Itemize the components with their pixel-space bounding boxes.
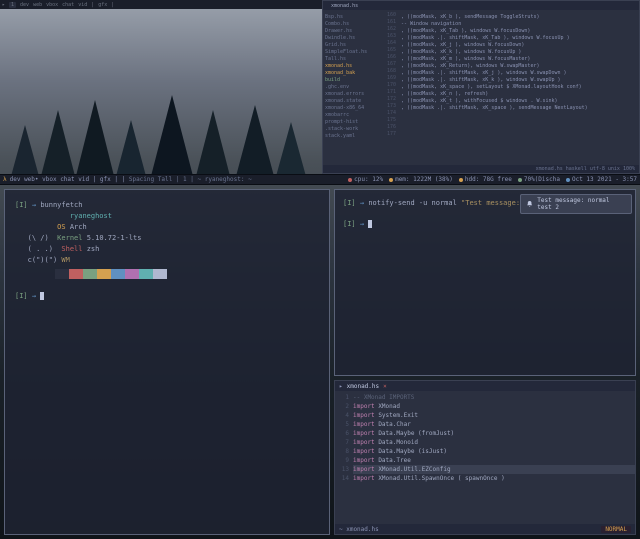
tab-close-icon[interactable]: ×	[383, 383, 387, 390]
editor2-statusbar: ~ xmonad.hs NORMAL	[335, 524, 635, 534]
datetime: Oct 13 2021 - 3:57	[566, 176, 637, 183]
mem-stat: mem: 1222M (38%)	[389, 176, 453, 183]
cursor-icon	[368, 220, 372, 228]
bell-icon	[526, 200, 533, 208]
cpu-stat: cpu: 12%	[348, 176, 383, 183]
top-xmobar-1: ▸1devwebvboxchatvid|gfx|	[0, 0, 322, 9]
workspace-list[interactable]: dev web• vbox chat vid | gfx |	[10, 176, 118, 183]
file-tree[interactable]: Bsp.hsCombo.hsDrawer.hsDwindle.hsGrid.hs…	[323, 12, 381, 163]
bottom-editor-window[interactable]: ▸ xmonad.hs × 124567891314 -- XMonad IMP…	[334, 380, 636, 535]
color-palette	[55, 269, 319, 279]
xmobar-main: λ dev web• vbox chat vid | gfx | | Spaci…	[0, 174, 640, 185]
xmonad-logo-icon: λ	[3, 176, 7, 183]
terminal-right[interactable]: [I] → notify-send -u normal "Test messag…	[334, 189, 636, 376]
hdd-stat: hdd: 78G free	[459, 176, 512, 183]
notification-popup[interactable]: Test message: normal test 2	[520, 194, 632, 214]
editor-statusbar: xmonad.hs haskell utf-8 unix 100%	[323, 165, 639, 173]
layout-name: Spacing Tall	[129, 176, 172, 183]
terminal-left[interactable]: [I] → bunnyfetch ryaneghost OS Arch (\ /…	[4, 189, 330, 535]
line-gutter: 1601611621631641651661671681691701711721…	[381, 12, 399, 163]
vim-mode-badge: NORMAL	[601, 526, 631, 533]
line-gutter-2: 124567891314	[335, 393, 353, 522]
window-title: | 1 | ~ ryaneghost: ~	[176, 176, 252, 183]
cursor-icon	[40, 292, 44, 300]
editor2-tabs: ▸ xmonad.hs ×	[335, 381, 635, 391]
top-left-wallpaper-area: ▸1devwebvboxchatvid|gfx|	[0, 0, 322, 174]
code-area[interactable]: , ((modMask, xK_b ), sendMessage ToggleS…	[399, 12, 639, 163]
editor2-tab[interactable]: xmonad.hs	[347, 383, 380, 390]
top-editor-window[interactable]: xmonad.hs Bsp.hsCombo.hsDrawer.hsDwindle…	[322, 0, 640, 174]
code-area-2[interactable]: -- XMonad IMPORTSimport XMonadimport Sys…	[353, 393, 635, 522]
editor-tab-active[interactable]: xmonad.hs	[327, 3, 362, 9]
editor-tabs: xmonad.hs	[323, 1, 639, 10]
battery-stat: 70%(Discha	[518, 176, 560, 183]
